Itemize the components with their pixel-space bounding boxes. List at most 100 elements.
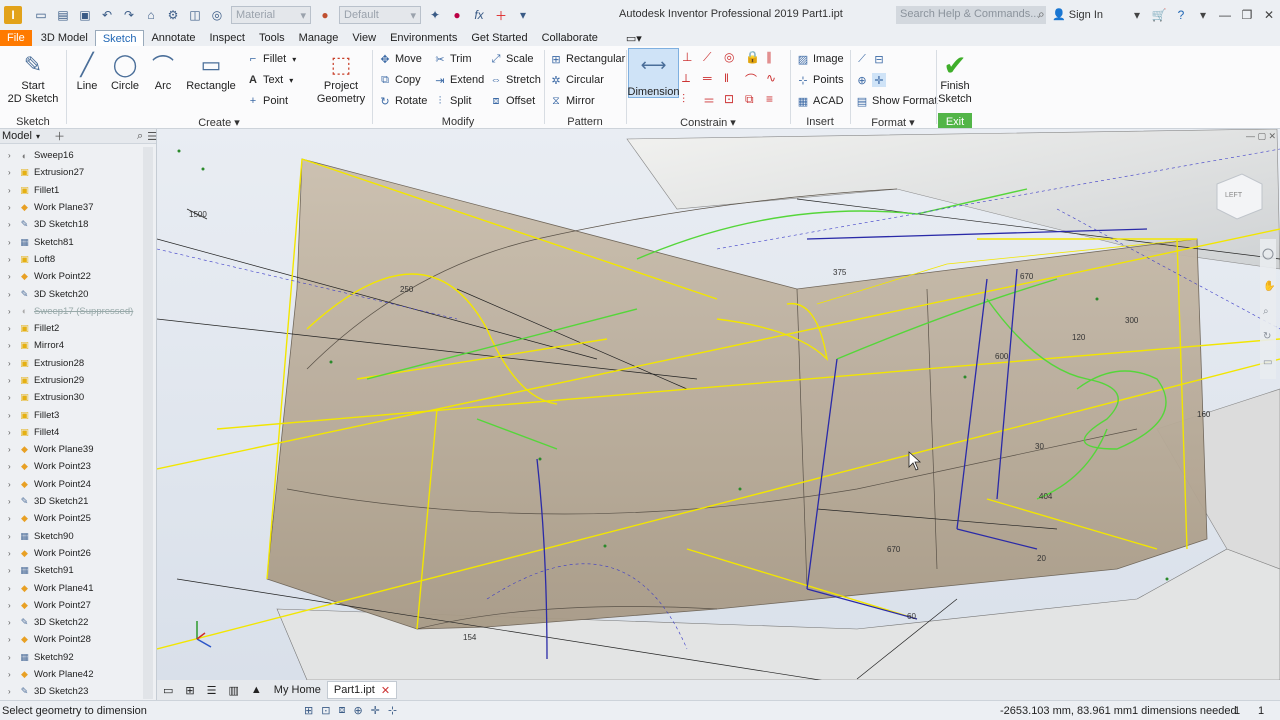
ribbon-options-icon[interactable]: ▭▾: [619, 30, 649, 46]
panel-title-format[interactable]: Format ▾: [850, 116, 936, 129]
home-icon[interactable]: ⌂: [142, 6, 160, 24]
arrange-up-icon[interactable]: ▲: [245, 681, 268, 699]
line-button[interactable]: ╱ Line: [72, 50, 102, 92]
cart-icon[interactable]: 🛒: [1148, 8, 1170, 22]
finish-sketch-button[interactable]: ✔ Finish Sketch: [936, 50, 974, 106]
tab-environments[interactable]: Environments: [383, 30, 464, 46]
expand-chevron-icon[interactable]: ›: [8, 670, 16, 679]
constraint-inference-icon[interactable]: ⊡: [321, 704, 330, 717]
browser-item[interactable]: › ▦ Sketch91: [0, 562, 142, 579]
expand-chevron-icon[interactable]: ›: [8, 186, 16, 195]
open-folder-icon[interactable]: ▤: [54, 6, 72, 24]
parallel-constraint-icon[interactable]: ∥: [766, 50, 786, 70]
rectangle-button[interactable]: ▭ Rectangle: [186, 50, 236, 92]
browser-item[interactable]: › ◆ Work Plane37: [0, 199, 142, 216]
browser-item[interactable]: › ◆ Work Point26: [0, 545, 142, 562]
browser-item[interactable]: › ▣ Extrusion29: [0, 372, 142, 389]
perpendicular-constraint-icon[interactable]: ⟂: [682, 71, 702, 91]
add-plus-icon[interactable]: ＋: [492, 6, 510, 24]
tab-view[interactable]: View: [345, 30, 383, 46]
tile-horizontal-icon[interactable]: ⊞: [179, 681, 200, 699]
zoom-icon[interactable]: ⌕: [1263, 306, 1269, 317]
browser-item[interactable]: › ◆ Work Point24: [0, 476, 142, 493]
sign-in-link[interactable]: 👤 Sign In: [1052, 8, 1103, 21]
close-tab-icon[interactable]: ✕: [381, 684, 390, 697]
appearance-combo[interactable]: Default ▾: [339, 6, 421, 24]
minimize-button[interactable]: —: [1214, 8, 1236, 22]
graphics-viewport[interactable]: 1500 250 375 670 300 120 160 30 404 20 6…: [157, 129, 1280, 680]
browser-item[interactable]: › ✎ 3D Sketch22: [0, 614, 142, 631]
redo-icon[interactable]: ↷: [120, 6, 138, 24]
start-2d-sketch-button[interactable]: ✎ Start 2D Sketch: [8, 50, 59, 106]
split-button[interactable]: ⫶ Split: [433, 94, 472, 108]
expand-chevron-icon[interactable]: ›: [8, 272, 16, 281]
browser-item[interactable]: › ▣ Fillet2: [0, 320, 142, 337]
tangent-constraint-icon[interactable]: ⌒: [745, 71, 765, 91]
fx-parameters-icon[interactable]: fx: [470, 6, 488, 24]
tab-inspect[interactable]: Inspect: [203, 30, 252, 46]
dimension-label[interactable]: 20: [1037, 554, 1046, 563]
stretch-button[interactable]: ⇔ Stretch: [489, 73, 541, 87]
dimension-label[interactable]: 154: [463, 633, 477, 642]
auto-dimension-icon[interactable]: ⊡: [724, 92, 744, 112]
expand-chevron-icon[interactable]: ›: [8, 255, 16, 264]
browser-item[interactable]: › ▦ Sketch92: [0, 649, 142, 666]
fix-constraint-icon[interactable]: 🔒: [745, 50, 765, 70]
tab-tools[interactable]: Tools: [252, 30, 292, 46]
symmetric-constraint-icon[interactable]: ⫶: [682, 92, 702, 112]
tab-manage[interactable]: Manage: [292, 30, 346, 46]
center-point-button[interactable]: ⊕ ✛: [855, 73, 889, 87]
expand-chevron-icon[interactable]: ›: [8, 203, 16, 212]
browser-dropdown-icon[interactable]: ▾: [36, 132, 40, 141]
scale-button[interactable]: ⤢ Scale: [489, 52, 534, 66]
show-constraints-icon[interactable]: ⧉: [745, 92, 765, 112]
expand-chevron-icon[interactable]: ›: [8, 151, 16, 160]
vertical-constraint-icon[interactable]: ‖: [724, 71, 744, 91]
expand-chevron-icon[interactable]: ›: [8, 376, 16, 385]
points-button[interactable]: ⊹ Points: [796, 73, 843, 87]
expand-chevron-icon[interactable]: ›: [8, 584, 16, 593]
close-button[interactable]: ✕: [1258, 8, 1280, 22]
browser-item[interactable]: › ✎ 3D Sketch18: [0, 216, 142, 233]
dimension-button-content[interactable]: ⟷ Dimension: [628, 50, 680, 99]
tile-vertical-icon[interactable]: ☰: [201, 681, 223, 699]
browser-item[interactable]: › ◆ Work Plane41: [0, 579, 142, 596]
save-icon[interactable]: ▣: [76, 6, 94, 24]
project-geometry-button[interactable]: ⬚ Project Geometry: [314, 50, 368, 106]
clear-appearance-icon[interactable]: ✦: [426, 6, 444, 24]
undo-icon[interactable]: ↶: [98, 6, 116, 24]
tab-annotate[interactable]: Annotate: [144, 30, 202, 46]
construction-button[interactable]: ⟋ ⊟: [855, 52, 889, 66]
dimension-label[interactable]: 250: [400, 285, 414, 294]
browser-title[interactable]: Model: [2, 130, 32, 142]
circular-pattern-button[interactable]: ✲ Circular: [549, 73, 604, 87]
panel-title-constrain[interactable]: Constrain ▾: [626, 116, 790, 129]
pan-icon[interactable]: ✋: [1263, 279, 1275, 292]
cascade-icon[interactable]: ▥: [223, 681, 245, 699]
browser-item[interactable]: › ◆ Work Point23: [0, 458, 142, 475]
tab-get-started[interactable]: Get Started: [464, 30, 534, 46]
browser-item[interactable]: › ◆ Work Plane42: [0, 666, 142, 683]
expand-chevron-icon[interactable]: ›: [8, 532, 16, 541]
browser-item[interactable]: › ✎ 3D Sketch20: [0, 285, 142, 302]
show-dof-icon[interactable]: ⊕: [353, 704, 362, 717]
copy-button[interactable]: ⧉ Copy: [378, 73, 421, 87]
expand-chevron-icon[interactable]: ›: [8, 168, 16, 177]
browser-item[interactable]: › ◐ Sweep16: [0, 147, 142, 164]
update-icon[interactable]: ⚙: [164, 6, 182, 24]
browser-item[interactable]: › ▦ Sketch90: [0, 528, 142, 545]
dimension-label[interactable]: 120: [1072, 333, 1086, 342]
image-button[interactable]: ▨ Image: [796, 52, 844, 66]
tab-3d-model[interactable]: 3D Model: [34, 30, 95, 46]
tab-collaborate[interactable]: Collaborate: [535, 30, 605, 46]
browser-item[interactable]: › ▣ Extrusion27: [0, 164, 142, 181]
expand-chevron-icon[interactable]: ›: [8, 411, 16, 420]
select-icon[interactable]: ◫: [186, 6, 204, 24]
coincident-constraint-icon[interactable]: ⊥: [682, 50, 702, 70]
search-icon[interactable]: ⌕: [1038, 7, 1045, 22]
dimension-label[interactable]: 404: [1039, 492, 1053, 501]
help-dropdown-icon[interactable]: ▾: [1192, 8, 1214, 22]
add-browser-tab-icon[interactable]: ＋: [54, 128, 65, 144]
expand-chevron-icon[interactable]: ›: [8, 359, 16, 368]
fillet-button[interactable]: ⌐ Fillet ▾: [246, 52, 296, 66]
